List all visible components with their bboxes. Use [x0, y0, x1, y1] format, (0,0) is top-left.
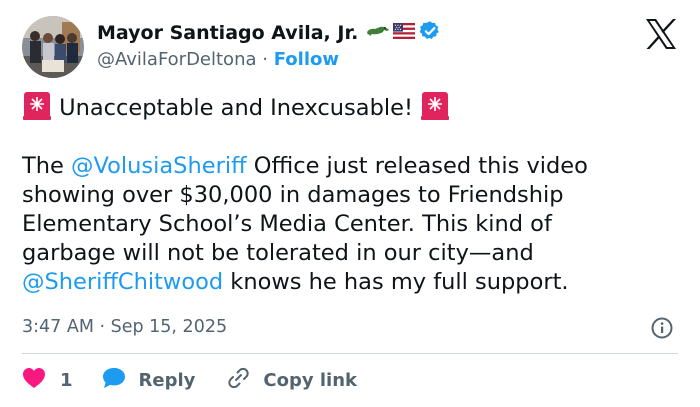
handle-separator: ·: [262, 49, 268, 70]
avatar[interactable]: [22, 16, 84, 78]
us-flag-emoji-icon: [393, 23, 416, 43]
follow-button[interactable]: Follow: [274, 49, 339, 70]
like-count: 1: [60, 369, 73, 391]
rotating-light-emoji-icon: [420, 91, 450, 121]
verified-badge-icon[interactable]: [419, 20, 441, 46]
author-name-row: Mayor Santiago Avila, Jr.: [97, 20, 441, 46]
post-headline-line: Unacceptable and Inexcusable!: [22, 91, 682, 123]
post-text-line: The @VolusiaSheriff Office just released…: [22, 153, 588, 179]
action-bar: 1 Reply Copy link: [22, 366, 357, 394]
reply-button[interactable]: Reply: [101, 366, 196, 395]
alligator-emoji-icon: [366, 23, 390, 43]
post-text-line: garbage will not be tolerated in our cit…: [22, 240, 534, 266]
post-headline: Unacceptable and Inexcusable!: [59, 95, 413, 121]
post-timestamp[interactable]: 3:47 AM · Sep 15, 2025: [22, 316, 227, 338]
post-text-line: showing over $30,000 in damages to Frien…: [22, 182, 564, 208]
post-text-line: @SheriffChitwood knows he has my full su…: [22, 269, 569, 295]
author-handle[interactable]: @AvilaForDeltona: [97, 49, 257, 70]
reply-bubble-icon: [101, 366, 127, 395]
link-icon: [225, 366, 251, 395]
heart-icon: [22, 367, 46, 394]
author-name[interactable]: Mayor Santiago Avila, Jr.: [97, 21, 358, 45]
like-button[interactable]: 1: [22, 367, 73, 394]
post-body: Unacceptable and Inexcusable! The @Volus…: [22, 91, 682, 297]
mention-link-sheriff-chitwood[interactable]: @SheriffChitwood: [22, 269, 223, 295]
divider: [22, 353, 678, 354]
rotating-light-emoji-icon: [22, 91, 52, 121]
copy-link-label: Copy link: [263, 369, 357, 391]
post-text-line: Elementary School’s Media Center. This k…: [22, 211, 552, 237]
x-logo-icon[interactable]: [644, 18, 678, 50]
info-icon[interactable]: [650, 316, 674, 340]
mention-link-volusia-sheriff[interactable]: @VolusiaSheriff: [71, 153, 247, 179]
reply-label: Reply: [138, 369, 196, 391]
author-handle-row: @AvilaForDeltona · Follow: [97, 48, 339, 72]
copy-link-button[interactable]: Copy link: [225, 366, 357, 395]
